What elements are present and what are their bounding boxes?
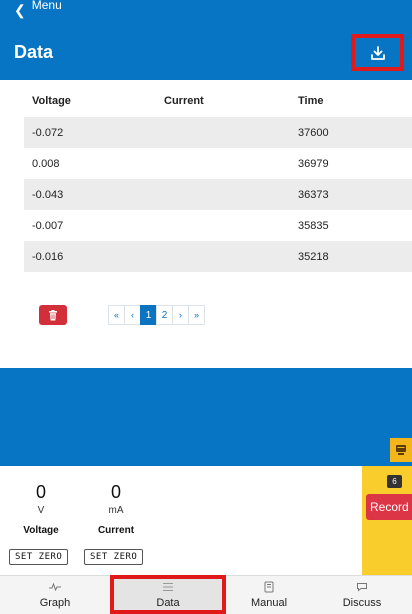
book-icon xyxy=(264,580,274,594)
data-card: Voltage Current Time -0.072 37600 0.008 … xyxy=(8,80,412,368)
graph-area-background xyxy=(0,368,412,466)
side-tool-button[interactable] xyxy=(390,438,412,462)
column-header-time: Time xyxy=(298,95,324,107)
cell-time: 35218 xyxy=(290,241,412,272)
tab-manual[interactable]: Manual xyxy=(226,575,312,614)
current-readout: 0 mA Current xyxy=(94,482,138,536)
page-1-button[interactable]: 1 xyxy=(140,305,157,325)
voltage-label: Voltage xyxy=(23,525,59,536)
page-last-button[interactable]: » xyxy=(188,305,205,325)
current-label: Current xyxy=(97,525,135,536)
pagination: « ‹ 1 2 › » xyxy=(108,305,205,325)
cell-current xyxy=(156,179,290,210)
tool-icon xyxy=(396,445,406,455)
voltage-value: 0 xyxy=(35,482,46,502)
cell-time: 36979 xyxy=(298,157,329,170)
record-count-badge: 6 xyxy=(387,475,402,488)
voltage-readout: 0 V Voltage xyxy=(19,482,63,536)
back-to-menu-link[interactable]: ❮ Menu xyxy=(14,0,62,20)
table-row: -0.007 35835 xyxy=(24,210,412,241)
table-row: 0.008 36979 xyxy=(24,148,412,179)
current-value: 0 xyxy=(110,482,121,502)
trash-icon xyxy=(49,309,57,320)
cell-current xyxy=(156,148,290,179)
chat-icon xyxy=(356,580,368,594)
back-label: Menu xyxy=(31,0,62,12)
download-button[interactable] xyxy=(351,34,404,71)
data-table: Voltage Current Time -0.072 37600 0.008 … xyxy=(24,85,412,272)
cell-voltage: 0.008 xyxy=(32,157,60,170)
graph-icon xyxy=(48,580,62,594)
record-button[interactable]: Record xyxy=(366,494,412,520)
download-icon xyxy=(370,45,385,60)
page-next-button[interactable]: › xyxy=(172,305,189,325)
cell-current xyxy=(156,117,290,148)
page-first-button[interactable]: « xyxy=(108,305,125,325)
cell-voltage: -0.007 xyxy=(32,219,64,232)
tab-graph-label: Graph xyxy=(39,597,71,609)
tab-data-label: Data xyxy=(156,597,180,609)
delete-data-button[interactable] xyxy=(39,305,67,325)
table-row: -0.043 36373 xyxy=(24,179,412,210)
current-set-zero-button[interactable]: SET ZERO xyxy=(84,549,144,565)
page-2-button[interactable]: 2 xyxy=(156,305,173,325)
tab-manual-label: Manual xyxy=(250,597,288,609)
table-header-row: Voltage Current Time xyxy=(24,85,412,117)
cell-current xyxy=(156,210,290,241)
list-icon xyxy=(162,580,174,594)
cell-voltage: -0.072 xyxy=(24,117,156,148)
tab-data[interactable]: Data xyxy=(110,575,226,614)
current-unit: mA xyxy=(108,505,124,516)
table-row: -0.016 35218 xyxy=(24,241,412,272)
voltage-unit: V xyxy=(37,505,45,516)
page-title: Data xyxy=(14,42,54,62)
tab-discuss-label: Discuss xyxy=(342,597,382,609)
cell-time: 37600 xyxy=(290,117,412,148)
tab-graph[interactable]: Graph xyxy=(0,575,110,614)
cell-time: 36373 xyxy=(290,179,412,210)
chevron-left-icon: ❮ xyxy=(14,2,26,18)
column-header-current: Current xyxy=(164,95,204,107)
cell-time: 35835 xyxy=(298,219,329,232)
voltage-set-zero-button[interactable]: SET ZERO xyxy=(9,549,69,565)
cell-voltage: -0.043 xyxy=(24,179,156,210)
table-row: -0.072 37600 xyxy=(24,117,412,148)
column-header-voltage: Voltage xyxy=(32,95,71,107)
page-prev-button[interactable]: ‹ xyxy=(124,305,141,325)
cell-current xyxy=(156,241,290,272)
cell-voltage: -0.016 xyxy=(24,241,156,272)
tab-discuss[interactable]: Discuss xyxy=(312,575,412,614)
